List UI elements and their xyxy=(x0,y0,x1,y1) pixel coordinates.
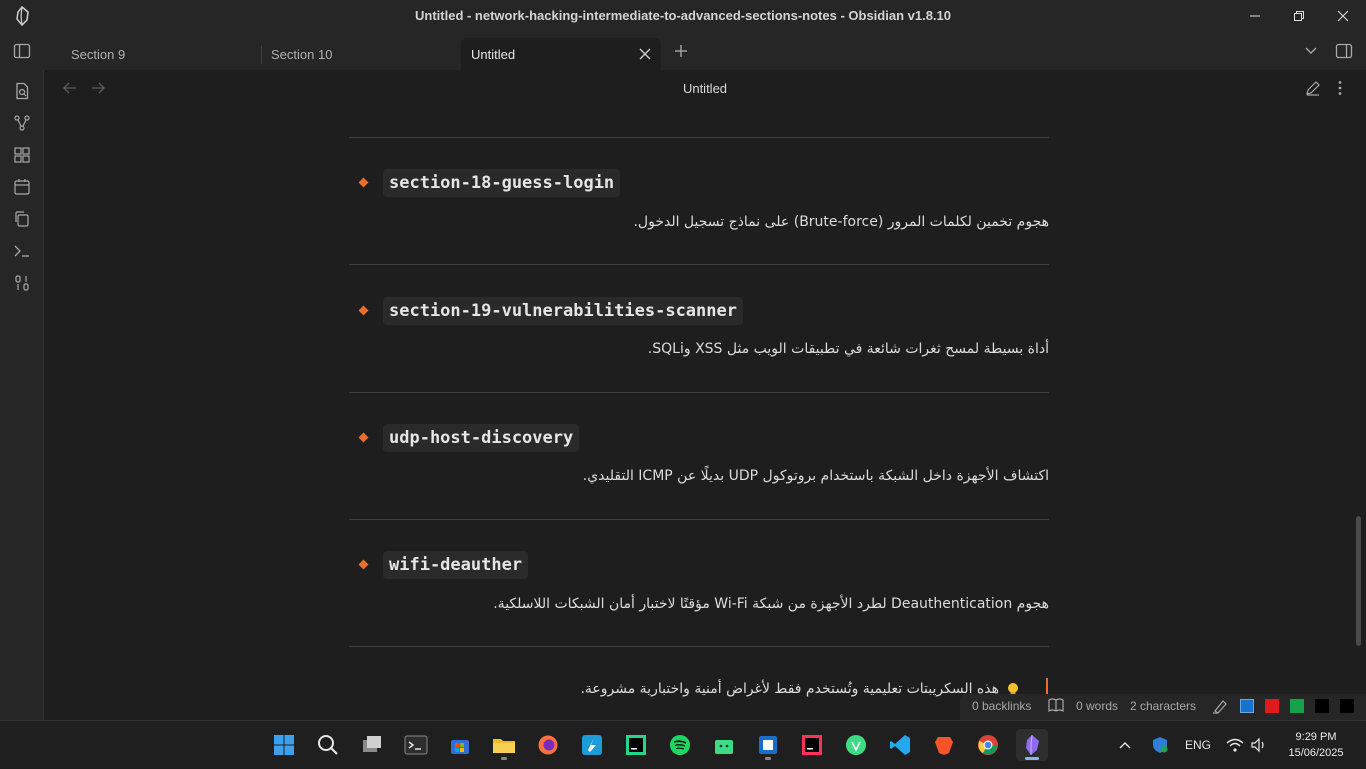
chrome-icon[interactable] xyxy=(972,729,1004,761)
clock-time: 9:29 PM xyxy=(1295,731,1337,743)
color-swatch-green[interactable] xyxy=(1290,699,1304,713)
backlinks-count[interactable]: 0 backlinks xyxy=(972,699,1031,713)
terminal-icon[interactable] xyxy=(8,237,36,265)
right-sidebar-toggle-icon[interactable] xyxy=(1332,40,1356,62)
entry-description: هجوم Deauthentication لطرد الأجهزة من شب… xyxy=(493,596,1049,612)
canvas-icon[interactable] xyxy=(8,141,36,169)
view-header: Untitled xyxy=(44,70,1366,106)
spotify-icon[interactable] xyxy=(664,729,696,761)
android-studio-icon[interactable] xyxy=(708,729,740,761)
obsidian-taskbar-icon[interactable] xyxy=(1016,729,1048,761)
pycharm-icon[interactable] xyxy=(620,729,652,761)
vmware-icon[interactable] xyxy=(576,729,608,761)
color-swatch-black[interactable] xyxy=(1315,699,1329,713)
intellij-icon[interactable] xyxy=(796,729,828,761)
diamond-bullet-icon xyxy=(358,305,369,316)
reading-view-icon[interactable] xyxy=(1048,697,1064,716)
color-swatch-blue[interactable] xyxy=(1240,699,1254,713)
close-tab-icon[interactable] xyxy=(639,48,651,63)
show-hidden-icons-chevron-icon[interactable] xyxy=(1118,721,1132,769)
close-window-button[interactable] xyxy=(1320,0,1366,32)
tab-label: Untitled xyxy=(471,46,516,62)
firefox-icon[interactable] xyxy=(532,729,564,761)
tab-section-9[interactable]: Section 9 xyxy=(61,38,261,70)
status-bar: 0 backlinks 0 words 2 characters xyxy=(960,694,1366,720)
file-explorer-icon[interactable] xyxy=(488,729,520,761)
character-count: 2 characters xyxy=(1130,699,1197,713)
horizontal-rule xyxy=(349,137,1049,138)
diamond-bullet-icon xyxy=(358,559,369,570)
entry-description: أداة بسيطة لمسح ثغرات شائعة في تطبيقات ا… xyxy=(647,341,1049,357)
chevron-down-icon[interactable] xyxy=(1300,41,1322,61)
left-ribbon xyxy=(0,70,44,720)
new-tab-icon[interactable] xyxy=(671,41,691,61)
search-icon[interactable] xyxy=(312,729,344,761)
language-indicator[interactable]: ENG xyxy=(1185,721,1211,769)
android-icon[interactable] xyxy=(840,729,872,761)
microsoft-store-icon[interactable] xyxy=(444,729,476,761)
horizontal-rule xyxy=(349,519,1049,520)
active-indicator xyxy=(1025,757,1039,760)
minimize-button[interactable] xyxy=(1232,0,1278,32)
entry-title: section-18-guess-login xyxy=(383,169,621,197)
horizontal-rule xyxy=(349,392,1049,393)
entry-title: section-19-vulnerabilities-scanner xyxy=(383,297,743,325)
edit-pencil-icon[interactable] xyxy=(1302,78,1324,98)
maximize-button[interactable] xyxy=(1276,0,1322,32)
tab-untitled[interactable]: Untitled xyxy=(461,38,661,70)
diamond-bullet-icon xyxy=(358,432,369,443)
diamond-bullet-icon xyxy=(358,177,369,188)
scrollbar[interactable] xyxy=(1356,516,1361,646)
windows-start-icon[interactable] xyxy=(268,729,300,761)
wifi-icon[interactable] xyxy=(1226,721,1244,769)
tab-label: Section 9 xyxy=(71,46,126,62)
tab-bar: Section 9 Section 10 Untitled xyxy=(0,32,1366,70)
vscode-icon[interactable] xyxy=(884,729,916,761)
entry-title: udp-host-discovery xyxy=(383,424,580,452)
quick-switcher-icon[interactable] xyxy=(8,77,36,105)
highlighter-icon[interactable] xyxy=(1212,698,1228,717)
copy-icon[interactable] xyxy=(8,205,36,233)
running-indicator xyxy=(501,757,507,760)
volume-icon[interactable] xyxy=(1250,721,1268,769)
binary-icon[interactable] xyxy=(8,269,36,297)
entry-description: هجوم تخمين لكلمات المرور (Brute-force) ع… xyxy=(633,214,1049,230)
clock[interactable]: 9:29 PM 15/06/2025 xyxy=(1276,729,1356,761)
virtualbox-icon[interactable] xyxy=(752,729,784,761)
tab-label: Section 10 xyxy=(271,46,333,62)
language-label: ENG xyxy=(1185,738,1212,752)
horizontal-rule xyxy=(349,646,1049,647)
more-options-icon[interactable] xyxy=(1330,78,1350,98)
note-title[interactable]: Untitled xyxy=(44,81,1366,96)
word-count: 0 words xyxy=(1076,699,1119,713)
taskbar: ENG 9:29 PM 15/06/2025 xyxy=(0,720,1366,768)
horizontal-rule xyxy=(349,264,1049,265)
task-view-icon[interactable] xyxy=(356,729,388,761)
clock-date: 15/06/2025 xyxy=(1288,747,1344,759)
title-bar: Untitled - network-hacking-intermediate-… xyxy=(0,0,1366,32)
brave-icon[interactable] xyxy=(928,729,960,761)
sidebar-toggle-icon[interactable] xyxy=(10,40,34,62)
windows-security-icon[interactable] xyxy=(1151,721,1169,769)
terminal-app-icon[interactable] xyxy=(400,729,432,761)
running-indicator xyxy=(765,757,771,760)
callout-text: هذه السكريبتات تعليمية وتُستخدم فقط لأغر… xyxy=(580,681,999,697)
color-swatch-red[interactable] xyxy=(1265,699,1279,713)
note-content[interactable]: section-18-guess-login هجوم تخمين لكلمات… xyxy=(44,106,1366,720)
entry-title: wifi-deauther xyxy=(383,551,529,579)
graph-view-icon[interactable] xyxy=(8,109,36,137)
entry-description: اكتشاف الأجهزة داخل الشبكة باستخدام بروت… xyxy=(582,468,1049,484)
window-title: Untitled - network-hacking-intermediate-… xyxy=(415,8,951,23)
calendar-icon[interactable] xyxy=(8,173,36,201)
color-swatch-black-2[interactable] xyxy=(1340,699,1354,713)
tab-section-10[interactable]: Section 10 xyxy=(261,38,461,70)
